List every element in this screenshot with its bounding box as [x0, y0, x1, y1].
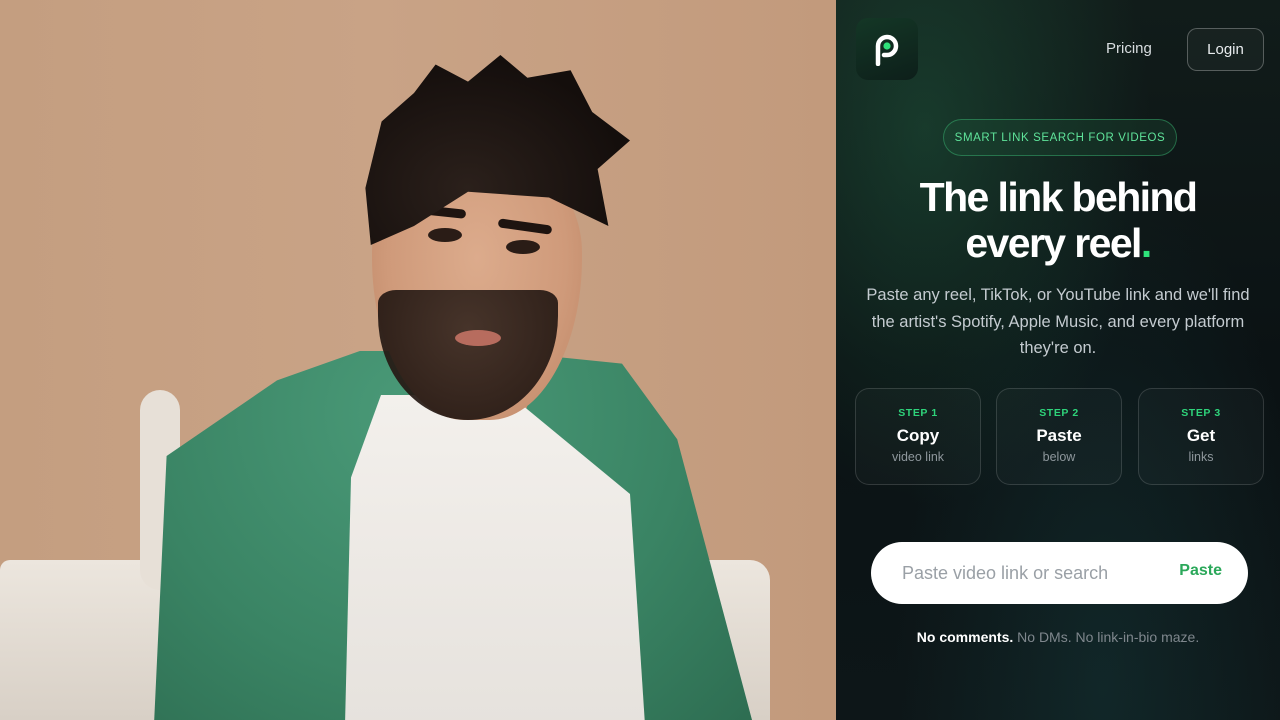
- right-panel: Pricing Login SMART LINK SEARCH FOR VIDE…: [836, 0, 1280, 720]
- hero-subtitle: Paste any reel, TikTok, or YouTube link …: [866, 286, 1250, 357]
- right-eye: [506, 240, 540, 254]
- p-logo-icon[interactable]: [856, 18, 918, 80]
- steps-row: STEP 1 Copy video link STEP 2 Paste belo…: [855, 388, 1265, 485]
- logo-glyph-icon: [875, 34, 899, 66]
- step-desc: video link: [891, 450, 945, 464]
- step-card-3: STEP 3 Get links: [1138, 388, 1264, 485]
- tagline-badge: SMART LINK SEARCH FOR VIDEOS: [943, 119, 1177, 156]
- search-input[interactable]: [902, 562, 1116, 584]
- hero-photo: [0, 0, 836, 720]
- step-title: Paste: [1036, 426, 1082, 445]
- login-button[interactable]: Login: [1187, 28, 1264, 71]
- headline-line-1: The link behind: [919, 174, 1198, 220]
- footnote-rest: No DMs. No link-in-bio maze.: [1013, 629, 1200, 645]
- headline-dot: .: [1140, 220, 1152, 266]
- search-bar: Paste: [871, 542, 1248, 604]
- footnote-strong: No comments.: [916, 629, 1014, 645]
- page-title: The link behind every reel.: [836, 174, 1280, 266]
- step-label: STEP 1: [898, 407, 938, 419]
- step-desc: below: [1042, 450, 1076, 464]
- left-eye: [428, 228, 462, 242]
- footnote: No comments. No DMs. No link-in-bio maze…: [836, 629, 1280, 645]
- step-label: STEP 2: [1039, 407, 1079, 419]
- headline-line-2: every reel: [965, 220, 1142, 266]
- nav-pricing-link[interactable]: Pricing: [1106, 38, 1152, 60]
- step-card-2: STEP 2 Paste below: [996, 388, 1122, 485]
- paste-button[interactable]: Paste: [1179, 562, 1222, 580]
- step-title: Get: [1186, 426, 1216, 445]
- step-card-1: STEP 1 Copy video link: [855, 388, 981, 485]
- step-label: STEP 3: [1181, 407, 1221, 419]
- step-title: Copy: [896, 426, 940, 445]
- step-desc: links: [1188, 450, 1214, 464]
- mouth: [455, 330, 501, 346]
